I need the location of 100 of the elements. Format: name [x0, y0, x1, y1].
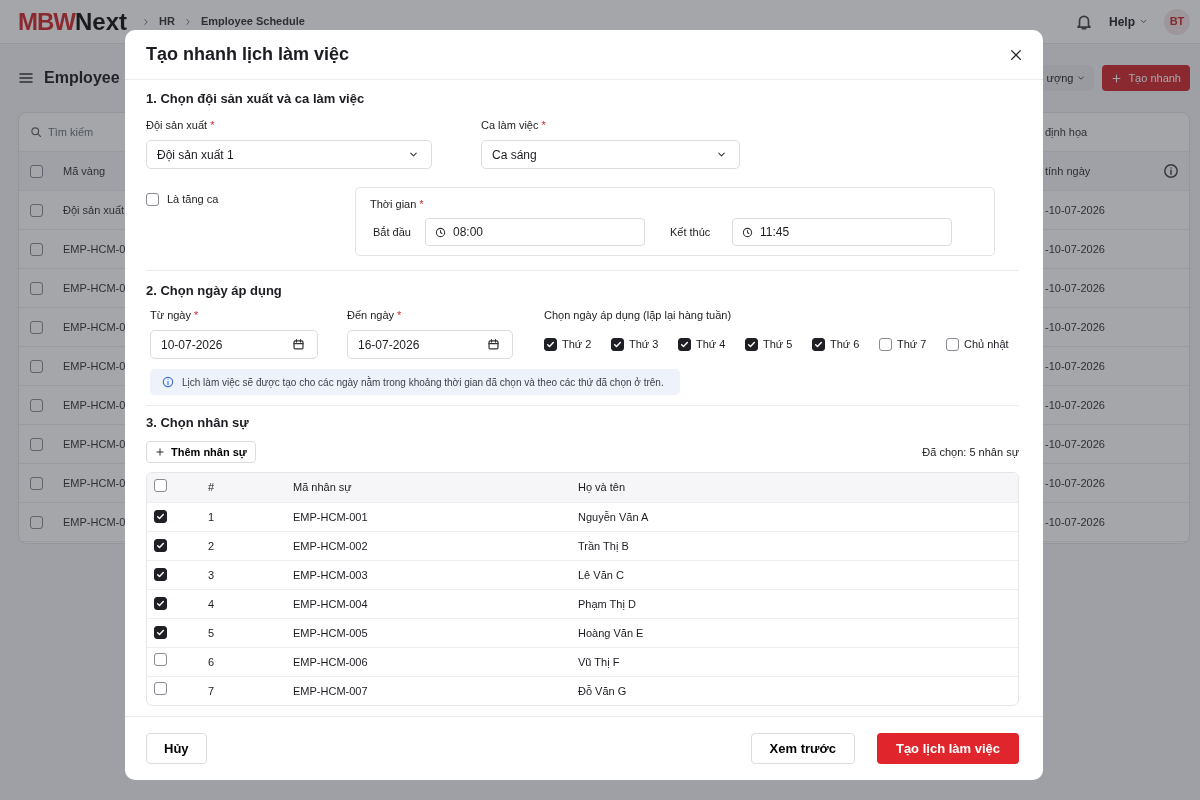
- checkbox[interactable]: [146, 192, 159, 206]
- breadcrumb-item[interactable]: Employee Schedule: [200, 13, 305, 30]
- chevron-right-icon: [141, 16, 151, 27]
- shift-select[interactable]: Ca sáng: [481, 140, 740, 169]
- checkbox[interactable]: [154, 625, 167, 639]
- checkbox[interactable]: [678, 338, 691, 351]
- info-icon[interactable]: [1163, 163, 1179, 179]
- checkbox[interactable]: [30, 203, 43, 217]
- checkbox[interactable]: [745, 338, 758, 351]
- checkbox[interactable]: [30, 476, 43, 490]
- required-mark: *: [210, 119, 215, 131]
- checkbox[interactable]: [879, 338, 892, 351]
- checkbox-label: Thứ 2: [562, 337, 592, 353]
- cancel-button[interactable]: Hủy: [146, 733, 207, 764]
- checkbox[interactable]: [611, 338, 624, 351]
- start-time-input[interactable]: 08:00: [425, 218, 645, 246]
- clock-icon: [742, 226, 753, 238]
- field-label: Chọn ngày áp dụng (lặp lại hàng tuần): [544, 308, 733, 322]
- selected-count: Đã chọn: 5 nhân sự: [922, 445, 1019, 459]
- table-cell-text: Lê Văn C: [577, 567, 624, 583]
- chevron-down-icon: [716, 149, 727, 160]
- breadcrumb-item[interactable]: HR: [159, 13, 175, 30]
- field-label: Bắt đầu: [372, 225, 412, 239]
- checkbox[interactable]: [30, 320, 43, 334]
- clock-icon: [435, 226, 446, 238]
- caret-icon: [1076, 73, 1087, 83]
- table-cell-text: EMP-HCM-0: [63, 358, 126, 374]
- checkbox[interactable]: [154, 682, 167, 696]
- table-cell-text: EMP-HCM-0: [63, 436, 126, 452]
- checkbox[interactable]: [544, 338, 557, 351]
- add-staff-button[interactable]: Thêm nhân sự: [146, 441, 256, 463]
- check-icon: [546, 340, 555, 349]
- column-header: Họ và tên: [577, 480, 626, 496]
- table-cell-text: EMP-HCM-007: [292, 683, 369, 699]
- section-heading: 2. Chọn ngày áp dụng: [146, 282, 283, 300]
- team-select[interactable]: Đội sản xuất 1: [146, 140, 432, 169]
- table-cell-text: EMP-HCM-001: [292, 509, 369, 525]
- create-schedule-button[interactable]: Tạo lịch làm việc: [876, 733, 1019, 764]
- checkbox[interactable]: [30, 281, 43, 295]
- table-cell-text: Đỗ Văn G: [577, 683, 627, 699]
- page-title: Employee: [44, 68, 120, 88]
- caret-icon: [1139, 17, 1148, 26]
- table-cell-text: EMP-HCM-0: [63, 319, 126, 335]
- checkbox[interactable]: [946, 338, 959, 351]
- dialog-title: Tạo nhanh lịch làm việc: [146, 43, 350, 66]
- table-cell-text: -10-07-2026: [1045, 397, 1105, 413]
- table-cell-text: Trần Thị B: [577, 538, 629, 554]
- date-input[interactable]: 16-07-2026: [347, 330, 513, 359]
- check-icon: [156, 627, 165, 637]
- checkbox[interactable]: [154, 653, 167, 667]
- table-cell-text: EMP-HCM-004: [292, 596, 369, 612]
- date-input[interactable]: 10-07-2026: [150, 330, 318, 359]
- preview-button[interactable]: Xem trước: [750, 733, 855, 764]
- table-cell-text: EMP-HCM-0: [63, 397, 126, 413]
- checkbox[interactable]: [812, 338, 825, 351]
- table-cell-text: 5: [207, 625, 216, 641]
- check-icon: [747, 340, 756, 349]
- checkbox-label: Thứ 6: [830, 337, 860, 353]
- note-text: Lịch làm việc sẽ được tạo cho các ngày nằm trong khoảng thời gian đã chọn và theo các thứ đã chọn ở trên.: [182, 375, 664, 390]
- checkbox[interactable]: [30, 437, 43, 451]
- checkbox[interactable]: [30, 359, 43, 373]
- field-label: Từ ngày: [150, 309, 191, 321]
- table-cell-text: Nguyễn Văn A: [577, 509, 649, 525]
- table-cell-text: 7: [207, 683, 216, 699]
- check-icon: [156, 511, 165, 521]
- table-cell-text: EMP-HCM-002: [292, 538, 369, 554]
- checkbox[interactable]: [30, 398, 43, 412]
- checkbox-label: Thứ 5: [763, 337, 793, 353]
- end-time-input[interactable]: 11:45: [732, 218, 952, 246]
- table-cell-text: -10-07-2026: [1045, 280, 1105, 296]
- menu-icon[interactable]: [18, 70, 34, 86]
- checkbox[interactable]: [154, 478, 167, 492]
- checkbox[interactable]: [154, 509, 167, 523]
- legend-label: định họa: [1045, 124, 1088, 140]
- plus-icon: [1111, 72, 1123, 84]
- table-cell-text: -10-07-2026: [1045, 436, 1105, 452]
- table-cell-text: Đội sản xuất: [63, 202, 125, 218]
- help-menu[interactable]: Help: [1109, 12, 1148, 31]
- checkbox[interactable]: [30, 242, 43, 256]
- check-icon: [156, 598, 165, 608]
- quick-create-button[interactable]: Tạo nhanh: [1102, 65, 1190, 91]
- table-cell-text: EMP-HCM-005: [292, 625, 369, 641]
- checkbox[interactable]: [30, 515, 43, 529]
- table-cell-text: -10-07-2026: [1045, 202, 1105, 218]
- close-icon: [1009, 47, 1023, 62]
- table-cell-text: Hoàng Văn E: [577, 625, 644, 641]
- check-icon: [156, 540, 165, 550]
- checkbox[interactable]: [154, 596, 167, 610]
- table-cell-text: 1: [207, 509, 216, 525]
- checkbox[interactable]: [154, 567, 167, 581]
- table-cell-text: 2: [207, 538, 216, 554]
- search-icon: [30, 126, 42, 138]
- table-cell-text: 6: [207, 654, 216, 670]
- section-heading: 3. Chọn nhân sự: [146, 414, 250, 432]
- table-cell-text: 3: [207, 567, 216, 583]
- checkbox[interactable]: [154, 538, 167, 552]
- checkbox[interactable]: [30, 164, 43, 178]
- checkbox-label: Thứ 7: [897, 337, 927, 353]
- check-icon: [680, 340, 689, 349]
- required-mark: *: [419, 198, 424, 210]
